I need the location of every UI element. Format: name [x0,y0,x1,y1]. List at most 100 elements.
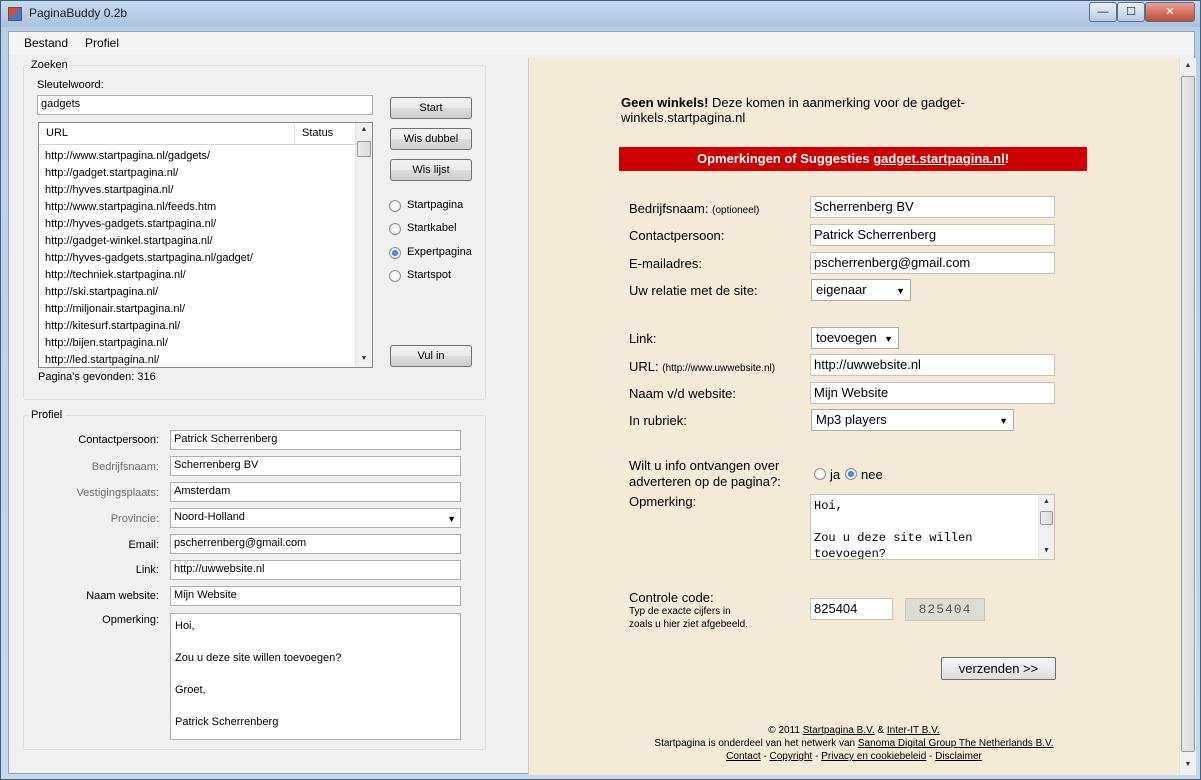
scroll-thumb[interactable] [1181,76,1195,752]
keyword-input[interactable]: gadgets [37,95,373,115]
footer: © 2011 Startpagina B.V. & Inter-IT B.V. … [529,724,1179,763]
list-item[interactable]: http://hyves-gadgets.startpagina.nl/ [45,218,355,235]
scroll-thumb[interactable] [357,141,371,157]
chevron-down-icon[interactable]: ▼ [447,514,456,524]
opmerking-scrollbar[interactable]: ▲ ▼ [1038,495,1054,559]
list-item[interactable]: http://hyves-gadgets.startpagina.nl/gadg… [45,252,355,269]
controle-input[interactable]: 825404 [810,598,893,620]
wis-lijst-button[interactable]: Wis lijst [390,159,472,181]
profiel-provincie-select[interactable]: Noord-Holland ▼ [170,508,461,528]
list-item[interactable]: http://kitesurf.startpagina.nl/ [45,320,355,337]
profiel-bedrijf-input[interactable]: Scherrenberg BV [170,456,461,476]
rubriek-select[interactable]: Mp3 players ▼ [811,409,1014,431]
list-item[interactable]: http://gadget-winkel.startpagina.nl/ [45,235,355,252]
chevron-down-icon[interactable]: ▼ [896,286,905,296]
radio-startkabel[interactable] [389,223,401,235]
banner-link[interactable]: gadget.startpagina.nl [873,151,1004,166]
profiel-remark-textarea[interactable]: Hoi, Zou u deze site willen toevoegen? Gro… [170,613,461,740]
contact-input[interactable]: Patrick Scherrenberg [810,224,1055,246]
notice-line1: Deze komen in aanmerking voor de gadget- [708,95,965,110]
radio-startspot[interactable] [389,270,401,282]
submit-button[interactable]: verzenden >> [941,657,1056,680]
title-bar[interactable]: PaginaBuddy 0.2b — ☐ ✕ [1,1,1200,27]
list-item[interactable]: http://led.startpagina.nl/ [45,354,355,367]
radio-ja[interactable] [814,468,826,480]
radio-startpagina[interactable] [389,200,401,212]
footer-line1: © 2011 Startpagina B.V. & Inter-IT B.V. [529,724,1179,737]
naam-input[interactable]: Mijn Website [810,382,1055,404]
scroll-up-icon[interactable]: ▲ [1039,498,1054,505]
chevron-down-icon[interactable]: ▼ [884,334,893,344]
list-item[interactable]: http://gadget.startpagina.nl/ [45,167,355,184]
list-item[interactable]: http://www.startpagina.nl/feeds.htm [45,201,355,218]
url-hint: (http://www.uwwebsite.nl) [662,363,776,374]
chevron-down-icon[interactable]: ▼ [999,416,1008,426]
menu-profiel[interactable]: Profiel [85,36,119,50]
footer-copyright-link[interactable]: Copyright [770,751,813,762]
footer-startpagina-link[interactable]: Startpagina B.V. [803,725,875,736]
notice-bold: Geen winkels! [621,95,709,110]
footer-line2: Startpagina is onderdeel van het netwerk… [529,737,1179,750]
radio-nee[interactable] [845,468,857,480]
profiel-email-input[interactable]: pscherrenberg@gmail.com [170,534,461,554]
footer-privacy-link[interactable]: Privacy en cookiebeleid [821,751,926,762]
opmerking-textarea[interactable]: Hoi, Zou u deze site willen toevoegen? ▲ ▼ [810,494,1055,560]
column-status[interactable]: Status [302,127,333,139]
list-item[interactable]: http://miljonair.startpagina.nl/ [45,303,355,320]
scroll-down-icon[interactable]: ▼ [356,355,372,362]
footer-interit-link[interactable]: Inter-IT B.V. [887,725,940,736]
remark-line: Zou u deze site willen toevoegen? [175,652,342,664]
list-item[interactable]: http://bijen.startpagina.nl/ [45,337,355,354]
profiel-email-label: Email: [128,539,159,551]
radio-expertpagina[interactable] [389,247,401,259]
web-scrollbar[interactable]: ▲ ▼ [1179,58,1196,775]
footer-sep: - [926,751,936,762]
minimize-button[interactable]: — [1089,2,1117,22]
email-input[interactable]: pscherrenberg@gmail.com [810,252,1055,274]
footer-contact-link[interactable]: Contact [726,751,760,762]
footer-sanoma-link[interactable]: Sanoma Digital Group The Netherlands B.V… [858,738,1054,749]
provincie-value: Noord-Holland [174,511,245,523]
maximize-button[interactable]: ☐ [1117,2,1145,22]
radio-label-expertpagina: Expertpagina [407,246,472,258]
profiel-naam-input[interactable]: Mijn Website [170,586,461,606]
remark-line: Patrick Scherrenberg [175,716,279,728]
start-button[interactable]: Start [390,97,472,119]
profiel-remark-label: Opmerking: [102,614,159,626]
url-input[interactable]: http://uwwebsite.nl [810,354,1055,376]
scroll-up-icon[interactable]: ▲ [1180,62,1196,69]
scroll-down-icon[interactable]: ▼ [1180,761,1196,768]
menu-bestand[interactable]: Bestand [24,36,68,50]
profiel-naam-label: Naam website: [86,590,159,602]
column-url[interactable]: URL [46,127,68,139]
footer-line2-text: Startpagina is onderdeel van het netwerk… [654,738,858,749]
radio-label-startspot: Startspot [407,269,452,281]
link-select[interactable]: toevoegen ▼ [811,327,899,349]
close-button[interactable]: ✕ [1145,2,1195,22]
list-item[interactable]: http://techniek.startpagina.nl/ [45,269,355,286]
bedrijfsnaam-input[interactable]: Scherrenberg BV [810,196,1055,218]
scroll-down-icon[interactable]: ▼ [1039,547,1054,554]
vul-in-button[interactable]: Vul in [390,345,472,367]
rubriek-value: Mp3 players [816,412,887,427]
relatie-select[interactable]: eigenaar ▼ [811,279,911,301]
url-label: URL: (http://www.uwwebsite.nl) [629,359,775,374]
wis-dubbel-button[interactable]: Wis dubbel [390,128,472,150]
footer-disclaimer-link[interactable]: Disclaimer [935,751,982,762]
controle-label: Controle code: [629,590,714,605]
scroll-thumb[interactable] [1040,511,1053,525]
bedrijfsnaam-label-text: Bedrijfsnaam: [629,201,709,216]
footer-line3: Contact - Copyright - Privacy en cookieb… [529,750,1179,763]
radio-label-startkabel: Startkabel [407,222,457,234]
list-item[interactable]: http://ski.startpagina.nl/ [45,286,355,303]
listview-scrollbar[interactable]: ▲ ▼ [355,123,372,367]
list-item[interactable]: http://hyves.startpagina.nl/ [45,184,355,201]
scroll-up-icon[interactable]: ▲ [356,126,372,133]
profiel-link-input[interactable]: http://uwwebsite.nl [170,560,461,580]
profiel-contact-input[interactable]: Patrick Scherrenberg [170,430,461,450]
profiel-plaats-input[interactable]: Amsterdam [170,482,461,502]
radio-nee-label: nee [861,467,883,482]
url-listview[interactable]: URL Status http://www.startpagina.nl/gad… [38,122,373,368]
suggestion-banner: Opmerkingen of Suggesties gadget.startpa… [619,147,1087,171]
list-item[interactable]: http://www.startpagina.nl/gadgets/ [45,150,355,167]
